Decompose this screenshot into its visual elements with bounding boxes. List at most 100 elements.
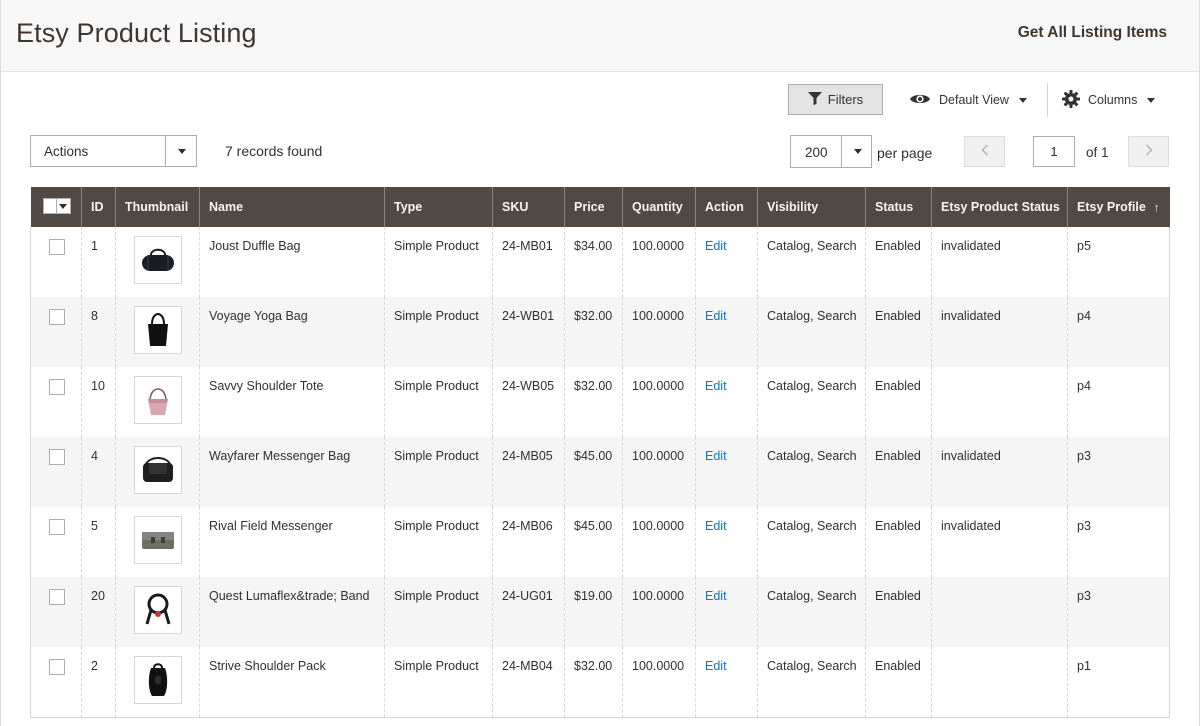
product-type-cell: Simple Product bbox=[384, 507, 493, 577]
thumbnail-cell bbox=[115, 367, 200, 437]
column-header-visibility[interactable]: Visibility bbox=[757, 187, 866, 227]
row-checkbox[interactable] bbox=[49, 449, 65, 465]
edit-link[interactable]: Edit bbox=[705, 449, 727, 463]
column-header-name[interactable]: Name bbox=[199, 187, 385, 227]
grid-header-row: ID Thumbnail Name Type SKU Price Quantit… bbox=[30, 187, 1170, 227]
status-cell: Enabled bbox=[865, 647, 932, 718]
etsy-product-status-cell bbox=[931, 367, 1068, 437]
thumbnail-cell bbox=[115, 297, 200, 367]
column-header-price[interactable]: Price bbox=[564, 187, 623, 227]
column-header-etsy-product-status[interactable]: Etsy Product Status bbox=[931, 187, 1068, 227]
mass-actions-select[interactable]: Actions bbox=[30, 135, 197, 167]
actions-label: Actions bbox=[44, 144, 89, 159]
quantity-text: 100.0000 bbox=[632, 239, 685, 253]
price-cell: $45.00 bbox=[564, 507, 623, 577]
thumbnail-cell bbox=[115, 577, 200, 647]
table-row: 8 Voyage Yoga Bag Simple Product 24-WB01 $32… bbox=[30, 297, 1170, 367]
product-type-text: Simple Product bbox=[394, 519, 479, 533]
column-header-id[interactable]: ID bbox=[81, 187, 116, 227]
edit-link[interactable]: Edit bbox=[705, 589, 727, 603]
column-header-type[interactable]: Type bbox=[384, 187, 493, 227]
row-checkbox[interactable] bbox=[49, 239, 65, 255]
row-checkbox[interactable] bbox=[49, 589, 65, 605]
status-text: Enabled bbox=[875, 239, 921, 253]
status-cell: Enabled bbox=[865, 297, 932, 367]
etsy-profile-cell: p1 bbox=[1067, 647, 1170, 718]
table-row: 5 Rival Field Messenger Simple Product 24-M… bbox=[30, 507, 1170, 577]
sku-text: 24-WB05 bbox=[502, 379, 555, 393]
chevron-down-icon bbox=[853, 149, 862, 154]
product-name-text: Quest Lumaflex&trade; Band bbox=[209, 589, 370, 603]
columns-button[interactable]: Columns bbox=[1062, 89, 1156, 110]
mass-select-header[interactable] bbox=[30, 187, 82, 227]
column-header-action: Action bbox=[695, 187, 758, 227]
visibility-cell: Catalog, Search bbox=[757, 507, 866, 577]
status-text: Enabled bbox=[875, 519, 921, 533]
quantity-text: 100.0000 bbox=[632, 519, 685, 533]
status-text: Enabled bbox=[875, 449, 921, 463]
quantity-cell: 100.0000 bbox=[622, 437, 696, 507]
current-page-input[interactable] bbox=[1033, 136, 1075, 167]
action-cell: Edit bbox=[695, 507, 758, 577]
default-view-switcher[interactable]: Default View bbox=[909, 90, 1027, 110]
edit-link[interactable]: Edit bbox=[705, 379, 727, 393]
quantity-text: 100.0000 bbox=[632, 589, 685, 603]
row-select-cell bbox=[30, 437, 82, 507]
quantity-cell: 100.0000 bbox=[622, 227, 696, 297]
column-header-quantity[interactable]: Quantity bbox=[622, 187, 696, 227]
previous-page-button[interactable] bbox=[964, 136, 1005, 167]
status-text: Enabled bbox=[875, 379, 921, 393]
actions-dropdown-toggle[interactable] bbox=[165, 136, 196, 166]
visibility-cell: Catalog, Search bbox=[757, 227, 866, 297]
per-page-dropdown-toggle[interactable] bbox=[841, 136, 871, 167]
filters-label: Filters bbox=[827, 92, 864, 107]
product-type-text: Simple Product bbox=[394, 659, 479, 673]
status-cell: Enabled bbox=[865, 367, 932, 437]
row-id-text: 8 bbox=[91, 309, 98, 323]
etsy-product-status-text: invalidated bbox=[941, 309, 1001, 323]
sku-text: 24-MB06 bbox=[502, 519, 553, 533]
per-page-select[interactable]: 200 bbox=[790, 135, 872, 168]
product-name-cell: Strive Shoulder Pack bbox=[199, 647, 385, 718]
product-type-text: Simple Product bbox=[394, 379, 479, 393]
etsy-profile-text: p3 bbox=[1077, 519, 1091, 533]
row-checkbox[interactable] bbox=[49, 309, 65, 325]
edit-link[interactable]: Edit bbox=[705, 239, 727, 253]
status-text: Enabled bbox=[875, 309, 921, 323]
edit-link[interactable]: Edit bbox=[705, 519, 727, 533]
product-name-text: Joust Duffle Bag bbox=[209, 239, 301, 253]
etsy-product-status-text: invalidated bbox=[941, 519, 1001, 533]
status-cell: Enabled bbox=[865, 577, 932, 647]
mass-select-checkbox[interactable] bbox=[42, 198, 71, 214]
action-cell: Edit bbox=[695, 577, 758, 647]
row-checkbox[interactable] bbox=[49, 659, 65, 675]
column-header-status[interactable]: Status bbox=[865, 187, 932, 227]
product-type-text: Simple Product bbox=[394, 239, 479, 253]
row-checkbox[interactable] bbox=[49, 379, 65, 395]
product-name-cell: Voyage Yoga Bag bbox=[199, 297, 385, 367]
filters-button[interactable]: Filters bbox=[788, 84, 883, 115]
per-page-value: 200 bbox=[805, 145, 828, 160]
visibility-text: Catalog, Search bbox=[767, 589, 857, 603]
edit-link[interactable]: Edit bbox=[705, 309, 727, 323]
etsy-product-status-cell bbox=[931, 647, 1068, 718]
price-text: $19.00 bbox=[574, 589, 613, 603]
column-header-etsy-profile[interactable]: Etsy Profile ↑ bbox=[1067, 187, 1170, 227]
etsy-product-status-text: invalidated bbox=[941, 239, 1001, 253]
eye-icon bbox=[909, 92, 931, 109]
row-select-cell bbox=[30, 227, 82, 297]
next-page-button[interactable] bbox=[1128, 136, 1169, 167]
etsy-product-status-cell: invalidated bbox=[931, 437, 1068, 507]
product-type-cell: Simple Product bbox=[384, 647, 493, 718]
product-name-text: Strive Shoulder Pack bbox=[209, 659, 326, 673]
get-all-listing-items-button[interactable]: Get All Listing Items bbox=[1018, 24, 1167, 42]
product-type-cell: Simple Product bbox=[384, 367, 493, 437]
row-checkbox[interactable] bbox=[49, 519, 65, 535]
edit-link[interactable]: Edit bbox=[705, 659, 727, 673]
product-type-cell: Simple Product bbox=[384, 297, 493, 367]
etsy-profile-header-label: Etsy Profile bbox=[1077, 200, 1146, 214]
sku-text: 24-MB05 bbox=[502, 449, 553, 463]
column-header-sku[interactable]: SKU bbox=[492, 187, 565, 227]
etsy-profile-cell: p4 bbox=[1067, 367, 1170, 437]
row-id-text: 5 bbox=[91, 519, 98, 533]
